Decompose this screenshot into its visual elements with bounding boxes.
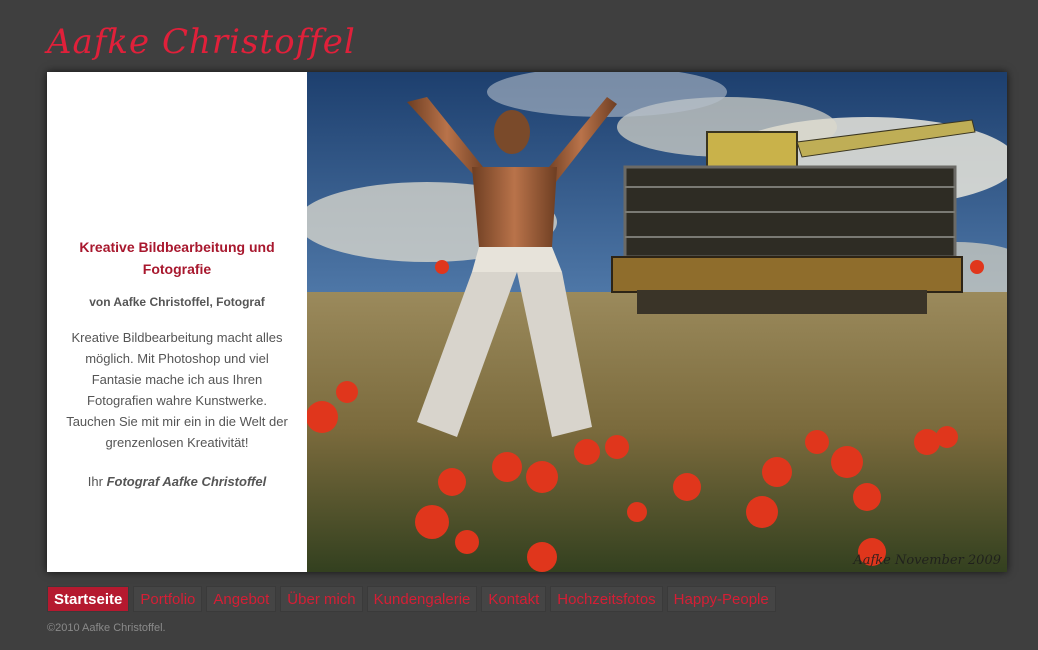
intro-heading: Kreative Bildbearbeitung und Fotografie <box>79 239 275 277</box>
nav-item-kundengalerie[interactable]: Kundengalerie <box>366 586 478 612</box>
nav-item-ueber-mich[interactable]: Über mich <box>280 586 363 612</box>
main-navigation: Startseite Portfolio Angebot Über mich K… <box>47 586 776 612</box>
content-stage: Kreative Bildbearbeitung und Fotografie … <box>47 72 1007 572</box>
hero-photo: Aafke November 2009 <box>307 72 1007 572</box>
nav-item-happy-people[interactable]: Happy-People <box>666 586 776 612</box>
nav-item-angebot[interactable]: Angebot <box>206 586 277 612</box>
signature-prefix: Ihr <box>87 474 103 489</box>
intro-signature: Ihr Fotograf Aafke Christoffel <box>65 474 289 489</box>
intro-byline: von Aafke Christoffel, Fotograf <box>89 295 265 309</box>
hero-illustration <box>307 72 1007 572</box>
intro-body: Kreative Bildbearbeitung macht alles mög… <box>66 330 288 450</box>
nav-item-hochzeitsfotos[interactable]: Hochzeitsfotos <box>550 586 663 612</box>
nav-item-startseite[interactable]: Startseite <box>47 586 130 612</box>
footer-copyright: ©2010 Aafke Christoffel. <box>47 622 166 634</box>
site-title: Aafke Christoffel <box>47 22 356 62</box>
nav-item-portfolio[interactable]: Portfolio <box>133 586 203 612</box>
photo-watermark: Aafke November 2009 <box>853 553 1001 568</box>
nav-item-kontakt[interactable]: Kontakt <box>481 586 547 612</box>
signature-name: Fotograf Aafke Christoffel <box>106 474 267 489</box>
intro-panel: Kreative Bildbearbeitung und Fotografie … <box>47 72 307 572</box>
